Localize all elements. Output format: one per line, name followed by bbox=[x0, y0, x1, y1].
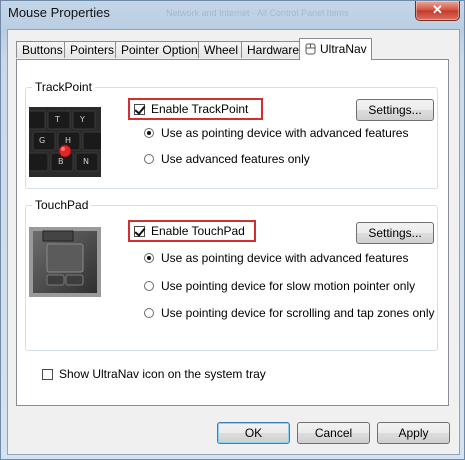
touchpad-group-label: TouchPad bbox=[32, 198, 92, 212]
enable-trackpoint-label: Enable TrackPoint bbox=[151, 102, 249, 116]
touchpad-group: TouchPad Enable TouchPad Settings... Use… bbox=[25, 198, 438, 351]
checkbox-checked-icon bbox=[134, 226, 145, 237]
close-icon: ✕ bbox=[432, 2, 443, 17]
ultranav-panel: TrackPoint T Y H G B N Enable TrackPoint… bbox=[16, 59, 449, 406]
tab-pointers[interactable]: Pointers bbox=[64, 41, 116, 58]
tab-wheel[interactable]: Wheel bbox=[198, 41, 242, 58]
enable-touchpad-label: Enable TouchPad bbox=[151, 224, 245, 238]
svg-text:H: H bbox=[65, 136, 71, 145]
trackpoint-group-label: TrackPoint bbox=[32, 80, 95, 94]
trackpoint-option-advanced[interactable]: Use as pointing device with advanced fea… bbox=[144, 126, 408, 140]
window-title: Mouse Properties bbox=[8, 5, 110, 20]
svg-text:B: B bbox=[58, 157, 64, 166]
touchpad-option-scrolling-tap[interactable]: Use pointing device for scrolling and ta… bbox=[144, 306, 435, 320]
trackpoint-group: TrackPoint T Y H G B N Enable TrackPoint… bbox=[25, 80, 438, 189]
trackpoint-option-advanced-only[interactable]: Use advanced features only bbox=[144, 152, 310, 166]
checkbox-checked-icon bbox=[134, 104, 145, 115]
apply-button[interactable]: Apply bbox=[377, 422, 450, 444]
ultranav-tab-icon bbox=[305, 41, 316, 55]
touchpad-settings-button[interactable]: Settings... bbox=[356, 222, 434, 244]
mouse-properties-window: Mouse Properties Network and Internet · … bbox=[0, 0, 465, 460]
trackpoint-keyboard-image: T Y H G B N bbox=[29, 107, 101, 177]
svg-text:T: T bbox=[54, 115, 60, 124]
radio-selected-icon bbox=[144, 253, 154, 263]
touchpad-option-slow-motion[interactable]: Use pointing device for slow motion poin… bbox=[144, 279, 415, 293]
svg-text:G: G bbox=[39, 136, 45, 145]
radio-unselected-icon bbox=[144, 308, 154, 318]
touchpad-image bbox=[29, 227, 101, 297]
radio-unselected-icon bbox=[144, 154, 154, 164]
cancel-button[interactable]: Cancel bbox=[297, 422, 370, 444]
radio-unselected-icon bbox=[144, 281, 154, 291]
enable-trackpoint-checkbox[interactable]: Enable TrackPoint bbox=[128, 98, 263, 120]
show-tray-icon-label: Show UltraNav icon on the system tray bbox=[59, 367, 266, 381]
enable-touchpad-checkbox[interactable]: Enable TouchPad bbox=[128, 220, 256, 242]
title-bar: Mouse Properties Network and Internet · … bbox=[1, 1, 465, 25]
dialog-client-area: Buttons Pointers Pointer Options Wheel H… bbox=[7, 29, 460, 455]
checkbox-unchecked-icon bbox=[42, 369, 53, 380]
svg-text:Y: Y bbox=[79, 115, 85, 124]
tab-hardware[interactable]: Hardware bbox=[241, 41, 300, 58]
close-button[interactable]: ✕ bbox=[415, 1, 460, 21]
show-tray-icon-checkbox[interactable]: Show UltraNav icon on the system tray bbox=[42, 367, 266, 381]
tab-buttons[interactable]: Buttons bbox=[16, 41, 65, 58]
ok-button[interactable]: OK bbox=[217, 422, 290, 444]
trackpoint-settings-button[interactable]: Settings... bbox=[356, 99, 434, 121]
background-window-hint: Network and Internet · All Control Panel… bbox=[166, 8, 349, 16]
tab-pointer-options[interactable]: Pointer Options bbox=[115, 41, 204, 58]
tab-ultranav[interactable]: UltraNav bbox=[299, 38, 372, 60]
radio-selected-icon bbox=[144, 128, 154, 138]
touchpad-option-advanced[interactable]: Use as pointing device with advanced fea… bbox=[144, 251, 408, 265]
svg-text:N: N bbox=[83, 157, 89, 166]
